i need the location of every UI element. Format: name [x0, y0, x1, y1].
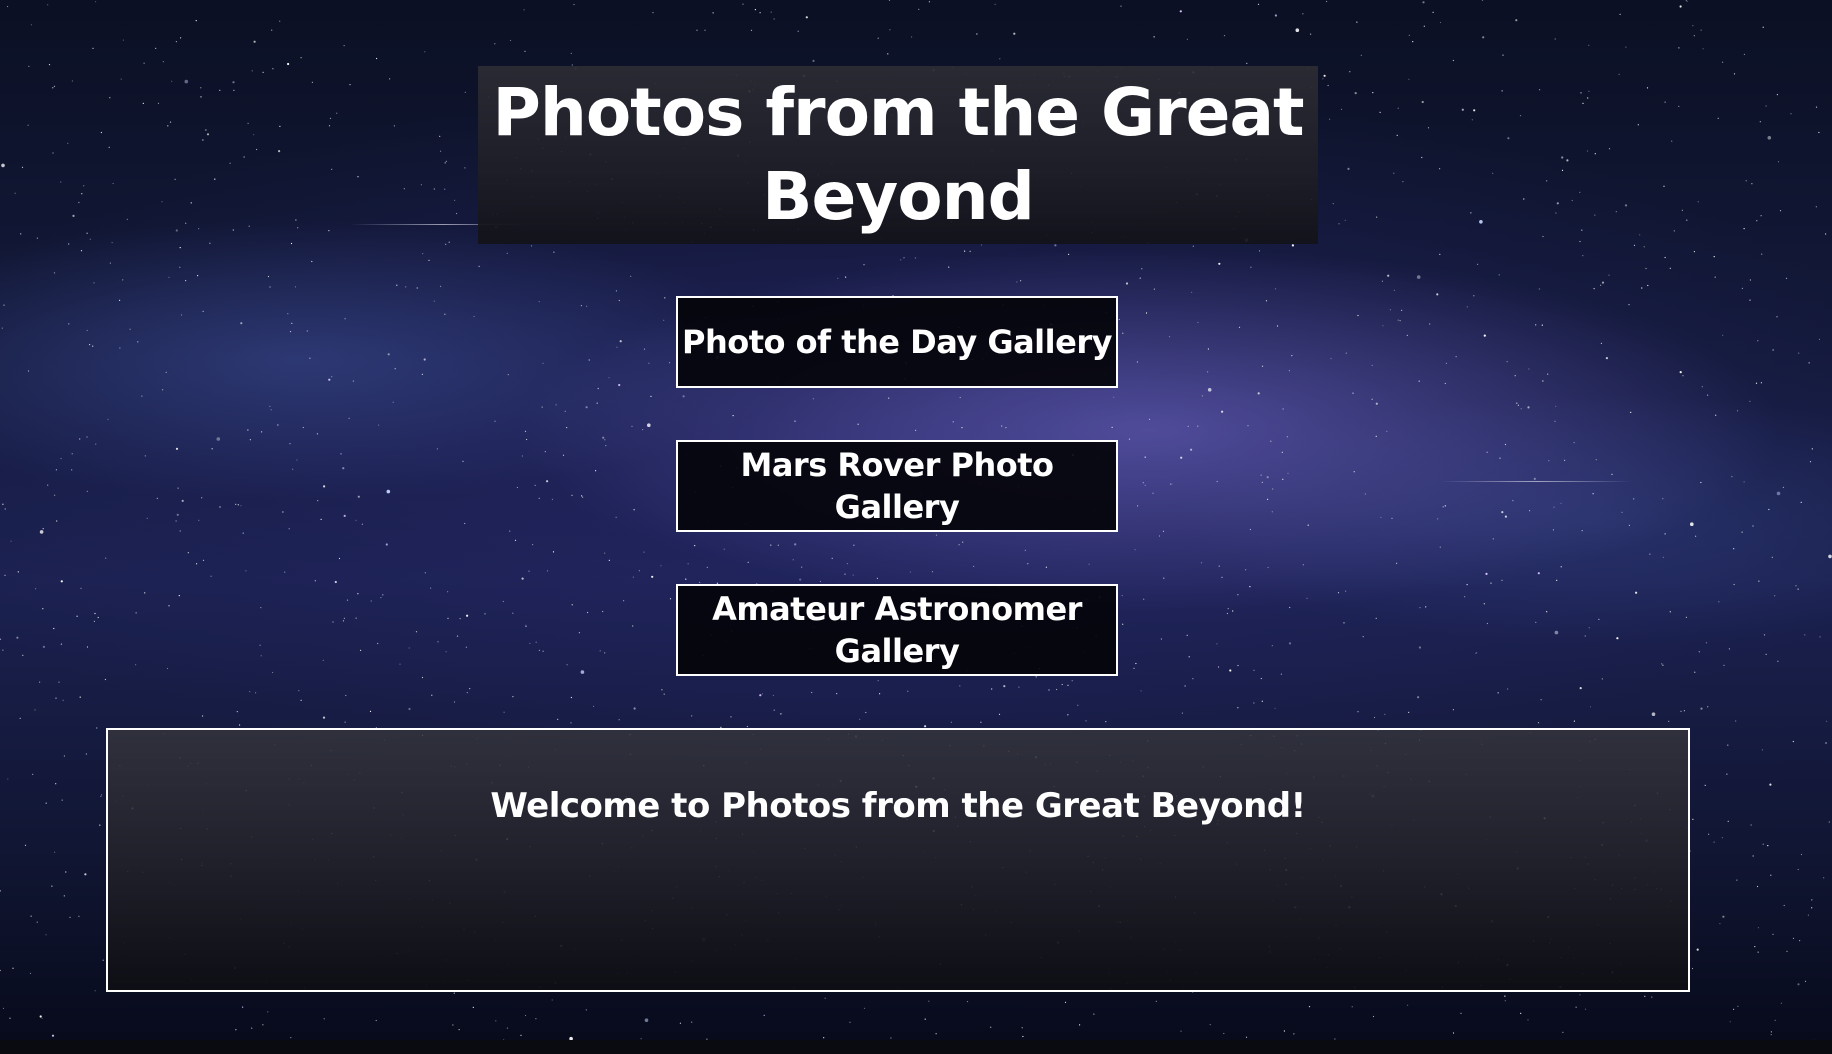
- shooting-star-streak: [1440, 481, 1632, 482]
- page-title: Photos from the Great Beyond: [492, 74, 1304, 235]
- photo-of-the-day-gallery-button[interactable]: Photo of the Day Gallery: [676, 296, 1118, 388]
- amateur-astronomer-gallery-button[interactable]: Amateur Astronomer Gallery: [676, 584, 1118, 676]
- welcome-heading: Welcome to Photos from the Great Beyond!: [490, 786, 1306, 826]
- welcome-panel: Welcome to Photos from the Great Beyond!: [106, 728, 1690, 992]
- title-banner: Photos from the Great Beyond: [478, 66, 1318, 244]
- mars-rover-photo-gallery-button[interactable]: Mars Rover Photo Gallery: [676, 440, 1118, 532]
- bottom-edge-bar: [0, 1040, 1832, 1054]
